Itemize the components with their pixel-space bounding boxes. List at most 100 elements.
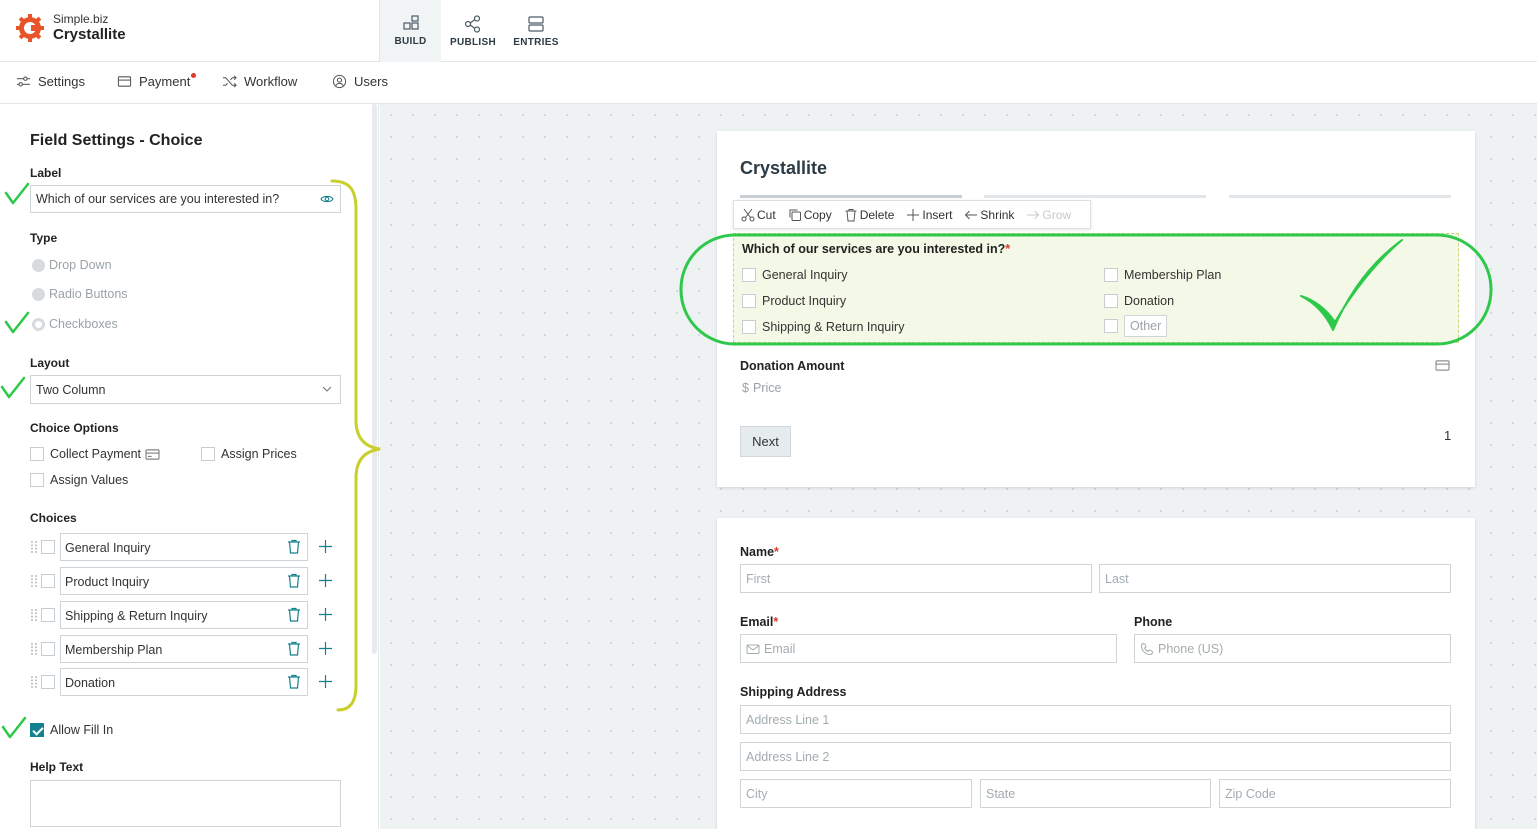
copy-button[interactable]: Copy (788, 208, 832, 222)
allow-fill-in-label: Allow Fill In (50, 723, 114, 737)
plus-icon[interactable] (318, 641, 333, 656)
other-input[interactable]: Other (1124, 315, 1168, 337)
panel-scrollbar[interactable] (372, 104, 377, 654)
layout-select[interactable]: Two Column (30, 375, 341, 404)
option-checkbox[interactable] (742, 268, 756, 282)
tab-build[interactable]: BUILD (380, 0, 441, 62)
first-name-input[interactable]: First (740, 564, 1092, 593)
option-donation[interactable]: Donation (1104, 294, 1174, 308)
type-radio-buttons[interactable]: Radio Buttons (32, 287, 128, 301)
drag-handle-icon[interactable] (30, 608, 39, 622)
option-checkbox[interactable] (742, 320, 756, 334)
arrow-right-icon (1027, 210, 1040, 219)
collect-payment-checkbox[interactable] (30, 447, 44, 461)
trash-icon[interactable] (287, 641, 301, 656)
choice-input[interactable]: Donation (60, 668, 308, 696)
next-button[interactable]: Next (740, 426, 791, 457)
plus-icon[interactable] (318, 539, 333, 554)
choice-field[interactable]: Which of our services are you interested… (733, 233, 1459, 343)
nav-payment[interactable]: Payment (117, 73, 197, 89)
option-checkbox[interactable] (1104, 268, 1118, 282)
trash-icon[interactable] (287, 607, 301, 622)
price-input[interactable]: $ Price (742, 381, 781, 395)
grow-button[interactable]: Grow (1026, 208, 1071, 222)
city-input[interactable]: City (740, 779, 972, 808)
choice-input[interactable]: Product Inquiry (60, 567, 308, 595)
trash-icon[interactable] (287, 573, 301, 588)
option-product-inquiry[interactable]: Product Inquiry (742, 294, 846, 308)
copy-label: Copy (803, 207, 832, 222)
last-name-input[interactable]: Last (1099, 564, 1451, 593)
nav-users[interactable]: Users (332, 74, 388, 89)
choice-input[interactable]: Membership Plan (60, 635, 308, 663)
option-checkbox[interactable] (1104, 319, 1118, 333)
choice-default-checkbox[interactable] (41, 642, 55, 656)
brand[interactable]: Simple.biz Crystallite (14, 12, 126, 44)
assign-prices-label: Assign Prices (221, 447, 297, 461)
choice-default-checkbox[interactable] (41, 540, 55, 554)
collect-payment-option[interactable]: Collect Payment (30, 447, 160, 461)
tab-publish[interactable]: PUBLISH (445, 0, 501, 62)
nav-workflow-label: Workflow (244, 74, 298, 89)
option-general-inquiry[interactable]: General Inquiry (742, 268, 847, 282)
drag-handle-icon[interactable] (30, 574, 39, 588)
page-indicator[interactable] (984, 195, 1206, 198)
option-other[interactable]: Other (1104, 315, 1168, 337)
address-line-2-input[interactable]: Address Line 2 (740, 742, 1451, 771)
zip-code-input[interactable]: Zip Code (1219, 779, 1451, 808)
assign-values-option[interactable]: Assign Values (30, 473, 128, 487)
choice-input[interactable]: General Inquiry (60, 533, 308, 561)
phone-input[interactable]: Phone (US) (1134, 634, 1451, 663)
option-membership-plan[interactable]: Membership Plan (1104, 268, 1221, 282)
radio-checkboxes[interactable] (32, 317, 45, 331)
dollar-icon: $ (742, 381, 749, 395)
choice-default-checkbox[interactable] (41, 608, 55, 622)
assign-prices-option[interactable]: Assign Prices (201, 447, 297, 461)
address-line-1-input[interactable]: Address Line 1 (740, 705, 1451, 734)
type-drop-down[interactable]: Drop Down (32, 258, 112, 272)
page-indicator[interactable] (1229, 195, 1451, 198)
tab-entries[interactable]: ENTRIES (508, 0, 564, 62)
allow-fill-in-option[interactable]: Allow Fill In (30, 723, 113, 737)
trash-icon[interactable] (287, 674, 301, 689)
allow-fill-in-checkbox[interactable] (30, 723, 44, 737)
layout-heading: Layout (30, 356, 70, 370)
drag-handle-icon[interactable] (30, 540, 39, 554)
radio-dropdown[interactable] (32, 258, 45, 272)
scissors-icon (741, 208, 755, 221)
cut-button[interactable]: Cut (741, 208, 776, 222)
option-shipping-return[interactable]: Shipping & Return Inquiry (742, 320, 904, 334)
type-checkboxes[interactable]: Checkboxes (32, 317, 118, 331)
assign-prices-checkbox[interactable] (201, 447, 215, 461)
label-input[interactable]: Which of our services are you interested… (30, 185, 341, 213)
page-indicator[interactable] (740, 195, 962, 198)
option-checkbox[interactable] (742, 294, 756, 308)
option-label: General Inquiry (762, 268, 848, 282)
delete-button[interactable]: Delete (844, 208, 894, 222)
choice-row: Product Inquiry (30, 567, 340, 595)
plus-icon[interactable] (318, 674, 333, 689)
radio-radio-buttons[interactable] (32, 287, 45, 301)
assign-values-checkbox[interactable] (30, 473, 44, 487)
trash-icon[interactable] (287, 539, 301, 554)
choice-row: General Inquiry (30, 533, 340, 561)
eye-icon[interactable] (320, 193, 334, 205)
plus-icon[interactable] (318, 607, 333, 622)
state-input[interactable]: State (980, 779, 1211, 808)
email-input[interactable]: Email (740, 634, 1117, 663)
shrink-button[interactable]: Shrink (964, 208, 1014, 222)
drag-handle-icon[interactable] (30, 675, 39, 689)
choice-input[interactable]: Shipping & Return Inquiry (60, 601, 308, 629)
nav-workflow[interactable]: Workflow (222, 74, 297, 89)
choice-default-checkbox[interactable] (41, 675, 55, 689)
shrink-label: Shrink (980, 207, 1015, 222)
option-checkbox[interactable] (1104, 294, 1118, 308)
choice-default-checkbox[interactable] (41, 574, 55, 588)
type-radio-buttons-label: Radio Buttons (49, 287, 128, 301)
help-text-input[interactable] (30, 780, 341, 827)
drag-handle-icon[interactable] (30, 642, 39, 656)
insert-button[interactable]: Insert (906, 208, 952, 222)
field-settings-panel: Field Settings - Choice Label Which of o… (0, 104, 379, 829)
plus-icon[interactable] (318, 573, 333, 588)
nav-settings[interactable]: Settings (16, 74, 85, 89)
